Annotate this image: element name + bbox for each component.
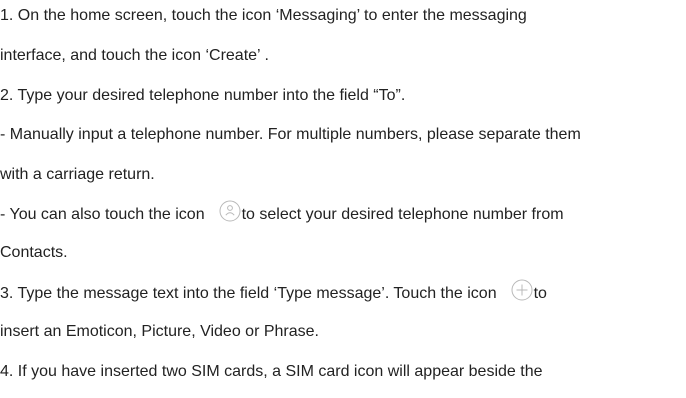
- contact-person-icon: [219, 200, 241, 222]
- step-4-line-1: 4. If you have inserted two SIM cards, a…: [0, 363, 543, 380]
- step-2-bullet-1-line-1: - Manually input a telephone number. For…: [0, 126, 581, 143]
- step-1-line-1: 1. On the home screen, touch the icon ‘M…: [0, 7, 527, 24]
- step-2-bullet-2-line-1: - You can also touch the icon to select y…: [0, 200, 564, 224]
- step-2-bullet-2-line-2: Contacts.: [0, 244, 68, 261]
- step-3-text-before-icon: 3. Type the message text into the field …: [0, 285, 497, 303]
- step-2-line-1: 2. Type your desired telephone number in…: [0, 87, 406, 104]
- step-2-bullet-2-text-before-icon: - You can also touch the icon: [0, 206, 205, 224]
- plus-circle-icon: [511, 279, 533, 301]
- step-1-line-2: interface, and touch the icon ‘Create’ .: [0, 47, 269, 64]
- step-3-line-2: insert an Emoticon, Picture, Video or Ph…: [0, 323, 319, 340]
- step-2-bullet-1-line-2: with a carriage return.: [0, 166, 155, 183]
- step-3-line-1: 3. Type the message text into the field …: [0, 279, 547, 303]
- instruction-document: 1. On the home screen, touch the icon ‘M…: [0, 0, 686, 398]
- step-2-bullet-2-text-after-icon: to select your desired telephone number …: [241, 206, 564, 224]
- step-3-text-after-icon: to: [533, 285, 547, 303]
